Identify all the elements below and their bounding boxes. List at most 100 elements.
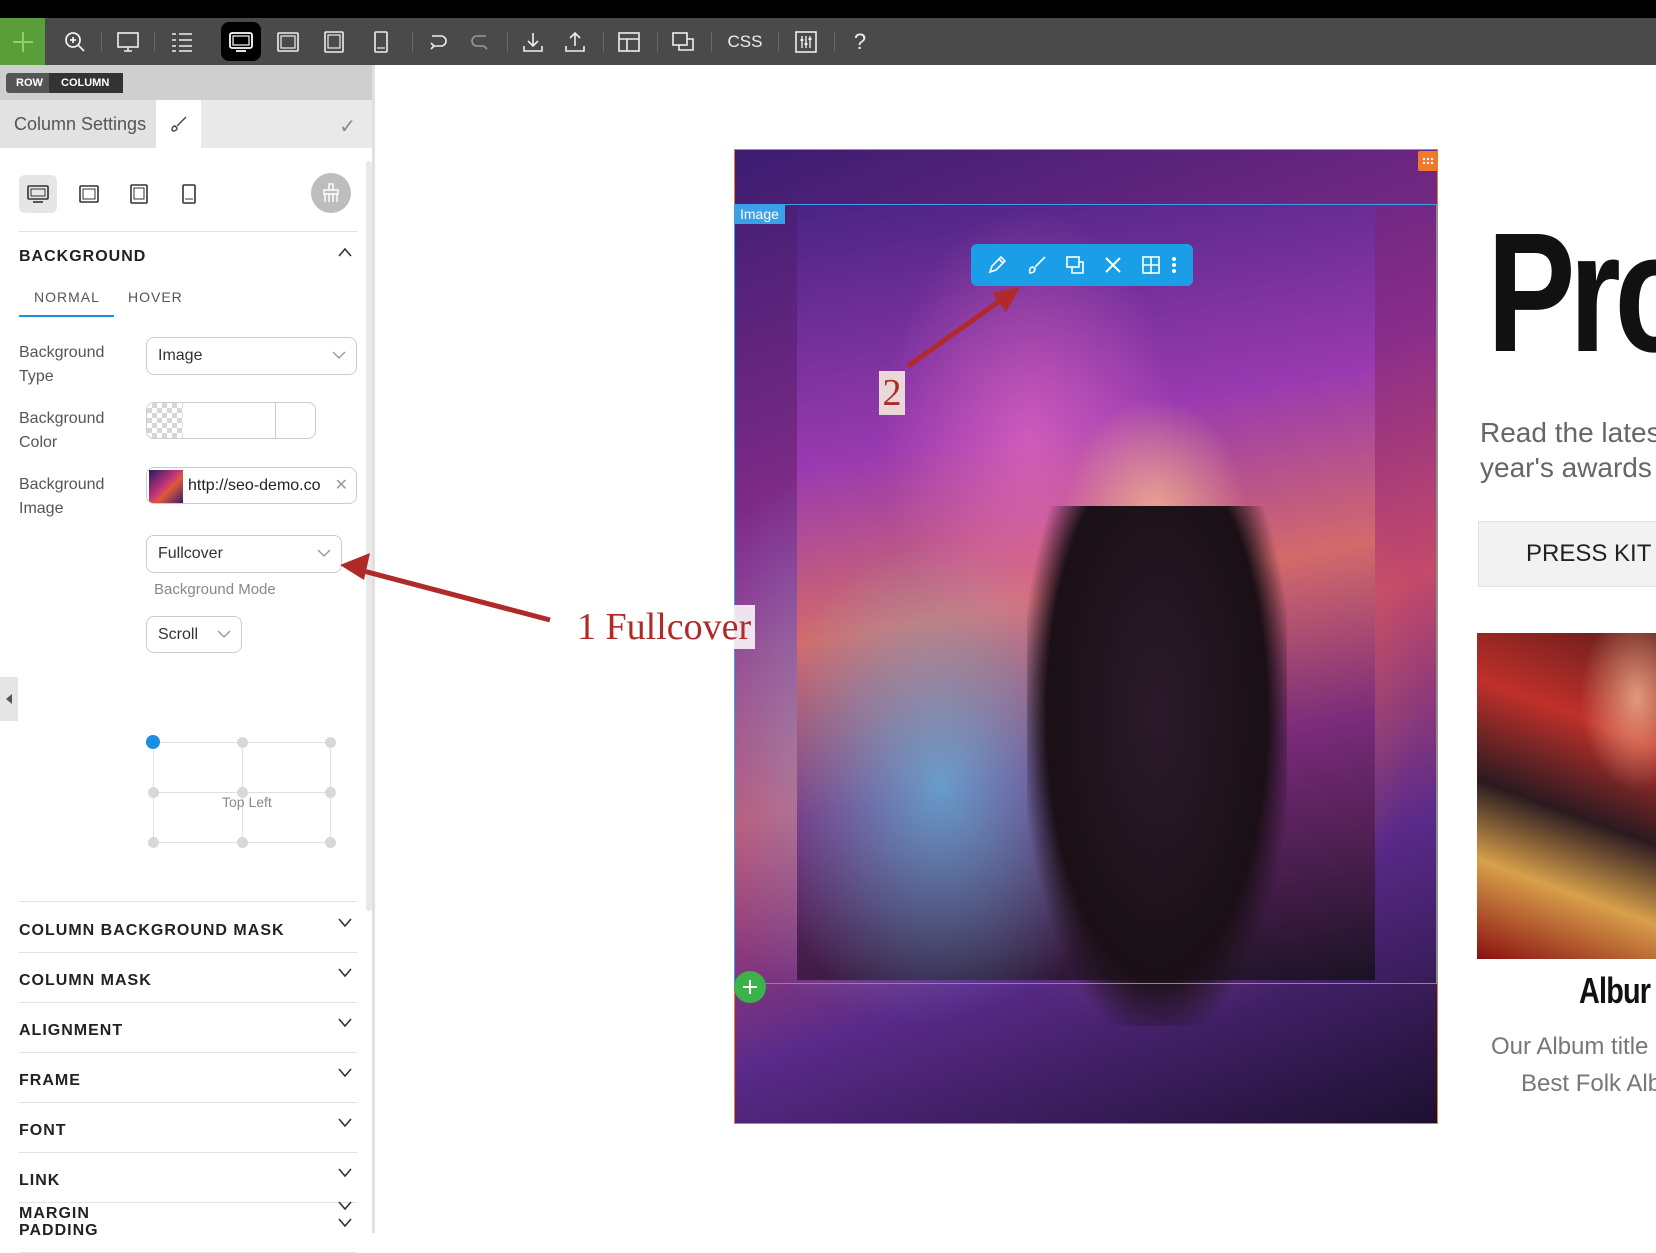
desktop-view-button[interactable] — [221, 22, 261, 61]
tablet-view-button[interactable] — [316, 18, 352, 65]
tab-normal[interactable]: NORMAL — [34, 289, 100, 305]
duplicate-button[interactable] — [665, 18, 701, 65]
apply-check-button[interactable]: ✓ — [339, 114, 356, 139]
tab-normal-underline — [19, 315, 114, 317]
image-element-outline[interactable] — [734, 204, 1437, 984]
help-button[interactable]: ? — [842, 18, 878, 65]
image-url: http://seo-demo.co — [188, 477, 321, 494]
edit-button[interactable] — [977, 244, 1017, 286]
background-attachment-value: Scroll — [158, 625, 199, 643]
section-column-mask[interactable]: COLUMN MASK — [19, 972, 152, 990]
section-margin[interactable]: MARGIN — [19, 1205, 90, 1223]
undo-button[interactable] — [420, 18, 456, 65]
mobile-view-button[interactable] — [363, 18, 399, 65]
section-alignment[interactable]: ALIGNMENT — [19, 1022, 123, 1040]
layers-icon — [172, 32, 192, 52]
background-attachment-select[interactable]: Scroll — [146, 616, 242, 653]
css-label: CSS — [727, 31, 763, 51]
toolbar-separator — [657, 32, 658, 52]
custom-code-button[interactable] — [788, 18, 824, 65]
chevron-down-icon[interactable] — [338, 1018, 352, 1028]
clear-image-icon[interactable]: ✕ — [335, 475, 348, 495]
close-icon — [1105, 257, 1121, 273]
preview-button[interactable] — [110, 18, 146, 65]
section-column-background-mask[interactable]: COLUMN BACKGROUND MASK — [19, 922, 285, 940]
section-background-title[interactable]: BACKGROUND — [19, 248, 146, 266]
intro-line-1: Read the lates — [1480, 417, 1656, 448]
clear-styles-button[interactable] — [311, 173, 351, 213]
background-image-field[interactable]: http://seo-demo.co ✕ — [146, 467, 357, 504]
column-handle[interactable] — [1418, 151, 1438, 171]
pencil-icon — [988, 255, 1007, 274]
position-center-left[interactable] — [148, 787, 159, 798]
device-laptop-button[interactable] — [70, 175, 108, 213]
chevron-down-icon[interactable] — [338, 1218, 352, 1228]
section-padding[interactable]: PADDING — [19, 1222, 99, 1240]
position-top-right[interactable] — [325, 737, 336, 748]
collapse-panel-button[interactable] — [0, 677, 18, 721]
background-position-grid[interactable] — [146, 735, 336, 848]
layout-button[interactable] — [611, 18, 647, 65]
add-element-button[interactable] — [0, 18, 45, 65]
plus-icon — [743, 980, 757, 994]
chevron-down-icon[interactable] — [338, 918, 352, 928]
position-bottom-center[interactable] — [237, 837, 248, 848]
device-tablet-button[interactable] — [120, 175, 158, 213]
mobile-view-icon — [374, 30, 388, 53]
export-button[interactable] — [557, 18, 593, 65]
tab-style[interactable] — [156, 100, 201, 148]
section-frame[interactable]: FRAME — [19, 1072, 81, 1090]
chevron-down-icon[interactable] — [338, 1168, 352, 1178]
background-color-picker[interactable] — [146, 402, 316, 439]
css-button[interactable]: CSS — [722, 18, 768, 65]
more-vertical-icon — [1172, 257, 1176, 273]
add-element-button[interactable] — [734, 971, 766, 1003]
duplicate-icon — [672, 31, 694, 51]
duplicate-button[interactable] — [1055, 244, 1095, 286]
position-top-left[interactable] — [146, 735, 160, 749]
position-bottom-right[interactable] — [325, 837, 336, 848]
chevron-down-icon[interactable] — [338, 1118, 352, 1128]
section-font[interactable]: FONT — [19, 1122, 67, 1140]
press-kit-button[interactable]: PRESS KIT — [1478, 521, 1656, 587]
chevron-up-icon[interactable] — [338, 247, 352, 257]
duplicate-icon — [1066, 256, 1084, 274]
laptop-view-button[interactable] — [270, 18, 306, 65]
background-type-select[interactable]: Image — [146, 337, 357, 375]
page-canvas: Image 2 1 Fullcover Pro Read the lates y… — [375, 65, 1656, 1233]
import-button[interactable] — [515, 18, 551, 65]
top-toolbar: CSS ? — [0, 18, 1656, 65]
chevron-down-icon[interactable] — [338, 1201, 352, 1211]
more-options-button[interactable] — [1159, 244, 1189, 286]
redo-button[interactable] — [462, 18, 498, 65]
tab-hover[interactable]: HOVER — [128, 289, 183, 305]
divider — [19, 1002, 357, 1003]
chevron-down-icon[interactable] — [338, 968, 352, 978]
background-mode-select[interactable]: Fullcover — [146, 535, 342, 573]
background-mode-hint: Background Mode — [154, 581, 276, 598]
section-link[interactable]: LINK — [19, 1172, 60, 1190]
background-mode-value: Fullcover — [158, 545, 223, 562]
zoom-button[interactable] — [57, 18, 93, 65]
position-bottom-left[interactable] — [148, 837, 159, 848]
tab-column-settings[interactable]: Column Settings — [0, 100, 156, 148]
toolbar-separator — [507, 32, 508, 52]
position-top-center[interactable] — [237, 737, 248, 748]
drag-grip-icon — [1422, 157, 1434, 165]
background-type-value: Image — [158, 347, 203, 364]
device-desktop-button[interactable] — [19, 175, 57, 213]
divider — [275, 403, 276, 438]
window-top-strip — [0, 0, 1656, 18]
desktop-view-icon — [27, 185, 49, 203]
delete-button[interactable] — [1093, 244, 1133, 286]
position-center-right[interactable] — [325, 787, 336, 798]
divider — [19, 1102, 357, 1103]
style-button[interactable] — [1017, 244, 1057, 286]
export-icon — [565, 31, 585, 52]
chevron-down-icon — [332, 351, 346, 359]
layers-button[interactable] — [164, 18, 200, 65]
breadcrumb-separator — [113, 73, 121, 93]
device-mobile-button[interactable] — [170, 175, 208, 213]
chevron-down-icon[interactable] — [338, 1068, 352, 1078]
toolbar-separator — [101, 32, 102, 52]
